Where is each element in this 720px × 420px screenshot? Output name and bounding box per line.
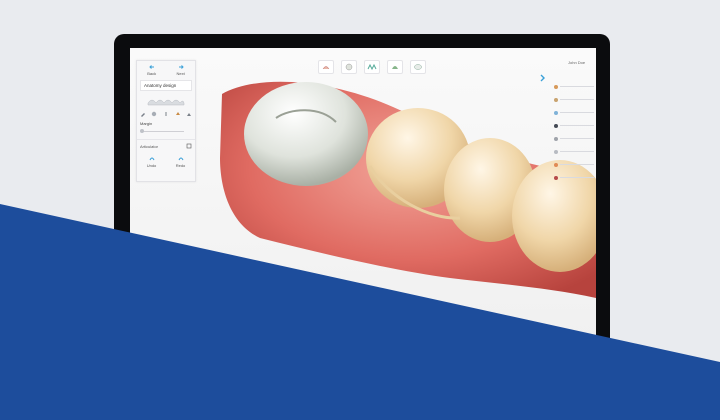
decorative-blue-band: [0, 204, 720, 420]
